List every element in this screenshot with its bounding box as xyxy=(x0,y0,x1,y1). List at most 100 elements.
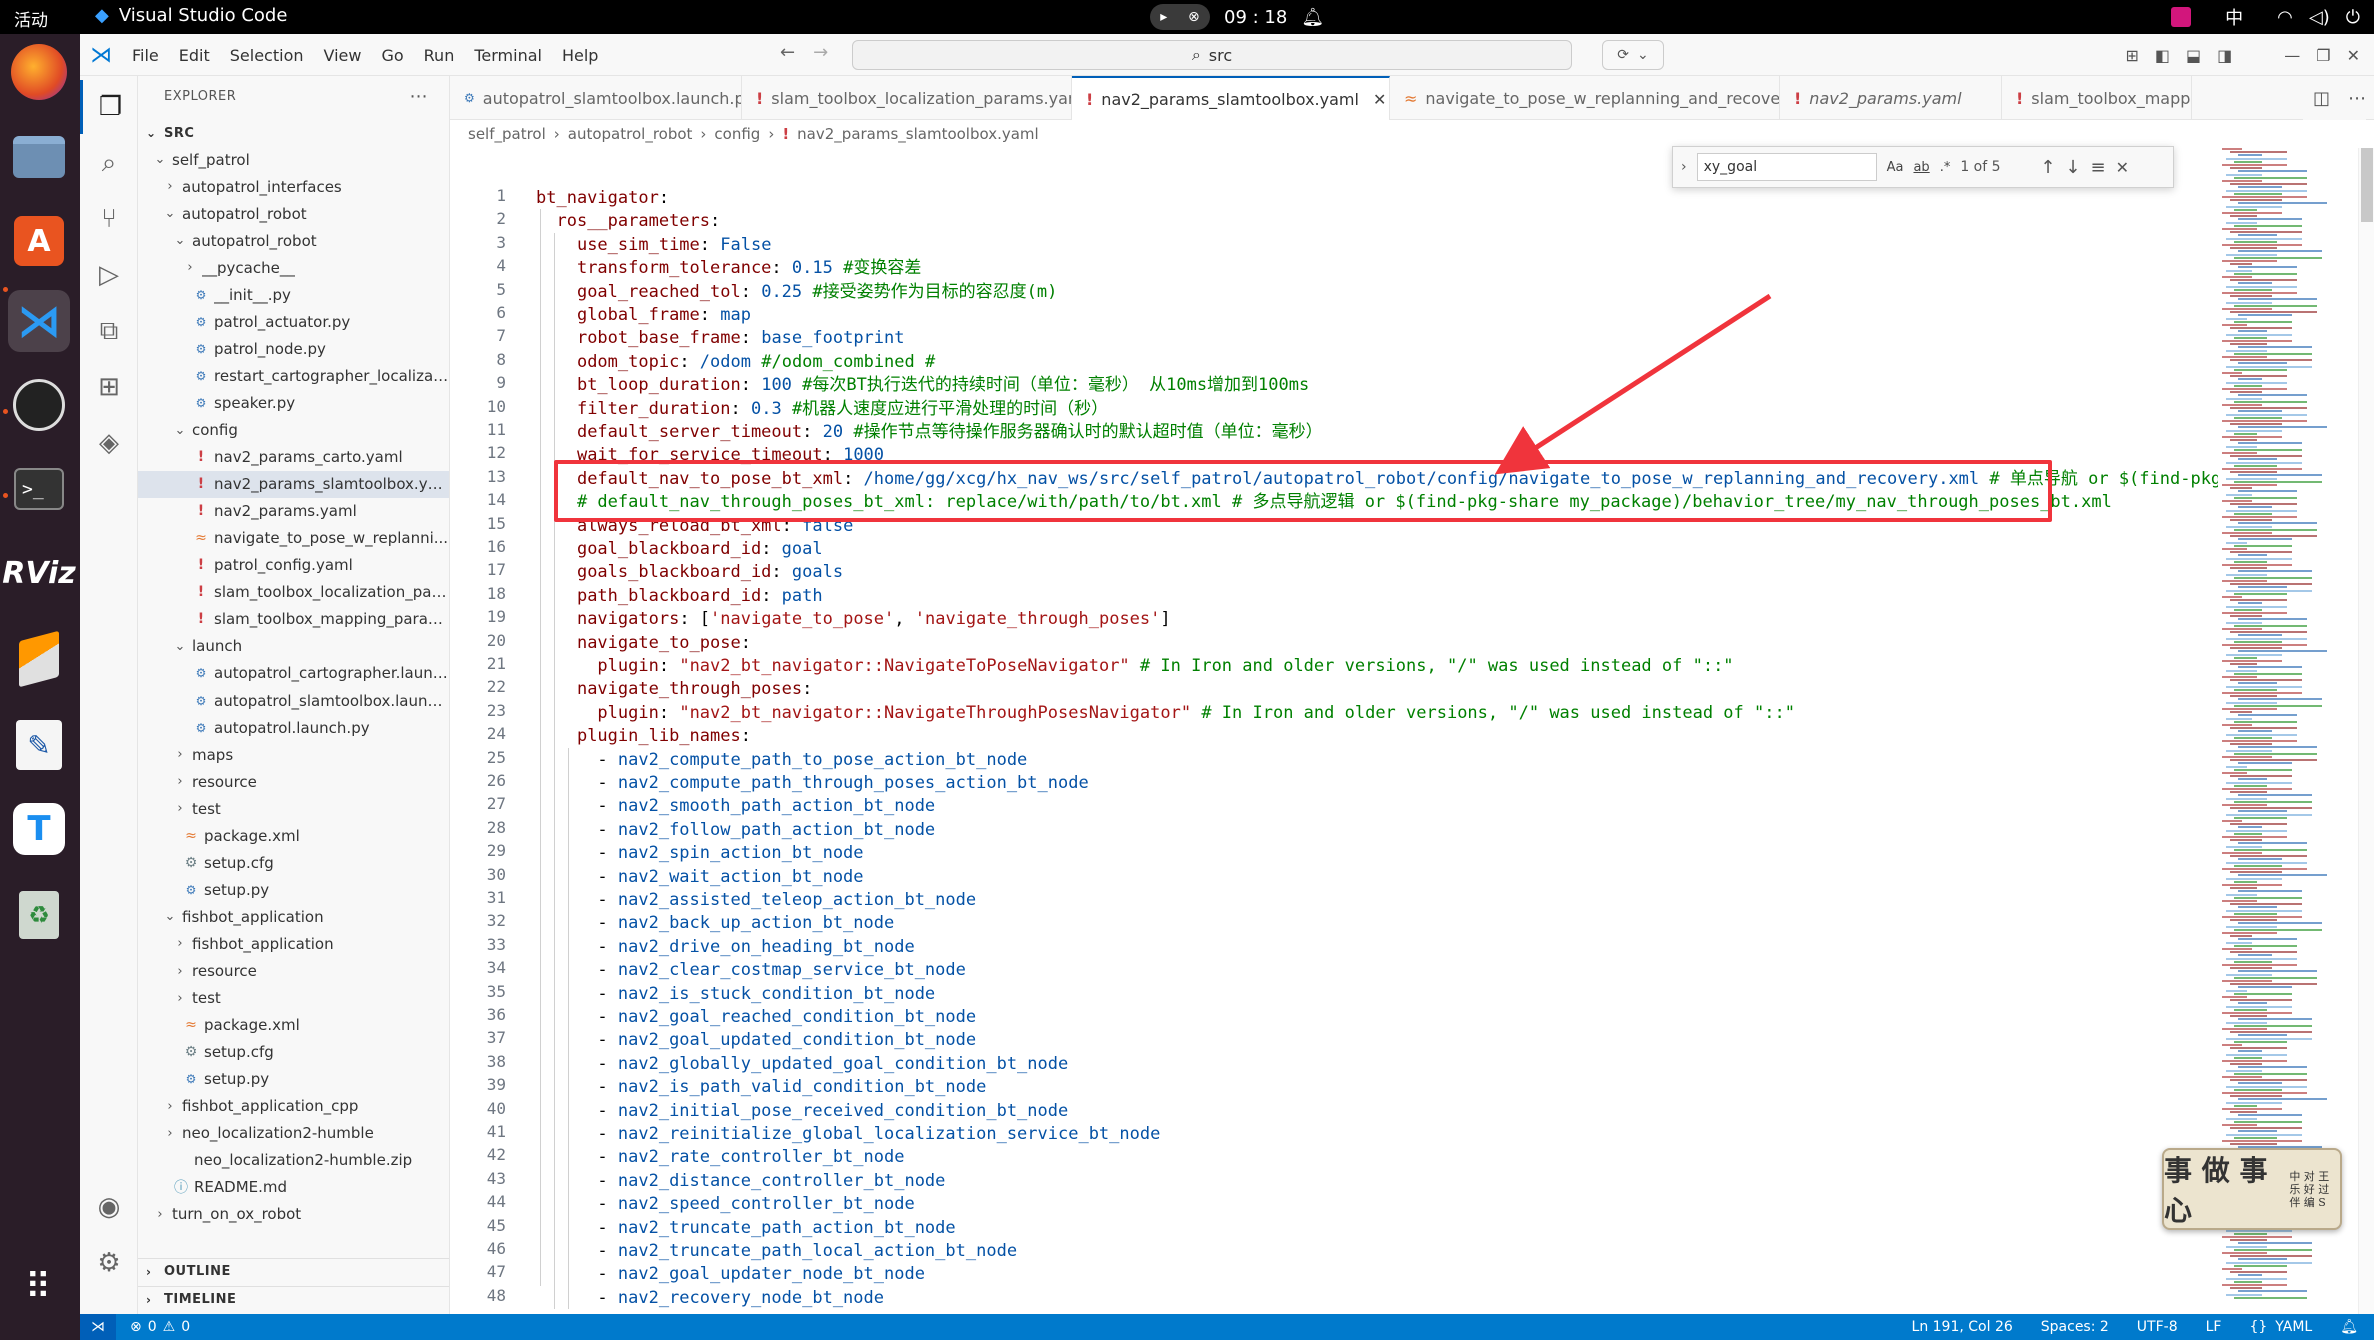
tree-item[interactable]: ⚙ autopatrol.launch.py xyxy=(138,714,449,741)
code-line[interactable]: - nav2_goal_updater_node_bt_node xyxy=(536,1262,925,1286)
next-match-icon[interactable]: ↓ xyxy=(2065,157,2080,178)
input-method-label[interactable]: 中 xyxy=(2225,4,2243,30)
tree-item[interactable]: ! nav2_params_slamtoolbox.yaml xyxy=(138,470,449,498)
menu-help[interactable]: Help xyxy=(562,46,598,65)
tree-item[interactable]: ⌄ autopatrol_robot xyxy=(138,227,449,254)
code-line[interactable]: bt_loop_duration: 100 #每次BT执行迭代的持续时间（单位：… xyxy=(536,373,1309,397)
timeline-section[interactable]: › TIMELINE xyxy=(138,1286,449,1312)
use-regex-toggle[interactable]: .* xyxy=(1940,160,1951,175)
toggle-replace-chevron-icon[interactable]: › xyxy=(1681,159,1687,175)
code-line[interactable]: - nav2_truncate_path_action_bt_node xyxy=(536,1216,955,1240)
tree-item[interactable]: › maps xyxy=(138,741,449,768)
more-actions-icon[interactable]: ⋯ xyxy=(410,86,429,107)
tree-item[interactable]: ⚙ patrol_node.py xyxy=(138,335,449,362)
tree-item[interactable]: ⚙ __init__.py xyxy=(138,281,449,308)
screen-record-indicator[interactable]: ▸ ⊗ xyxy=(1150,4,1210,30)
breadcrumb-item[interactable]: self_patrol xyxy=(468,125,546,143)
editor-tab[interactable]: ! nav2_params.yaml xyxy=(1780,76,2002,120)
minimap[interactable] xyxy=(2218,148,2358,1314)
code-editor[interactable]: 1 2 3 4 5 6 7 8 9 10 11 12 13 14 15 16 17 18 19 20 21 22 23 24 2… xyxy=(450,148,2218,1314)
menu-go[interactable]: Go xyxy=(381,46,403,65)
find-input[interactable] xyxy=(1696,153,1877,181)
code-line[interactable]: - nav2_truncate_path_local_action_bt_nod… xyxy=(536,1239,1017,1263)
code-line[interactable]: - nav2_assisted_teleop_action_bt_node xyxy=(536,888,976,912)
indentation[interactable]: Spaces: 2 xyxy=(2041,1319,2109,1335)
system-tray[interactable]: 中 ◠ ◁) ⏻ xyxy=(2171,0,2360,34)
tree-item[interactable]: › resource xyxy=(138,958,449,985)
editor-tab[interactable]: ! nav2_params_slamtoolbox.yaml ✕ xyxy=(1072,76,1390,121)
terminal-icon[interactable]: >_ xyxy=(8,458,70,520)
end-of-line[interactable]: LF xyxy=(2206,1319,2222,1335)
code-line[interactable]: navigate_through_poses: xyxy=(536,677,812,701)
tree-item[interactable]: ⚙ setup.py xyxy=(138,1066,449,1093)
menu-terminal[interactable]: Terminal xyxy=(474,46,542,65)
tree-item[interactable]: › test xyxy=(138,985,449,1012)
code-line[interactable]: - nav2_wait_action_bt_node xyxy=(536,865,863,889)
editor-tab[interactable]: ≈ navigate_to_pose_w_replanning_and_recov… xyxy=(1390,76,1780,120)
editor-tab[interactable]: ! slam_toolbox_mapp xyxy=(2002,76,2192,120)
code-line[interactable]: - nav2_initial_pose_received_condition_b… xyxy=(536,1099,1068,1123)
code-line[interactable]: goal_reached_tol: 0.25 #接受姿势作为目标的容忍度(m) xyxy=(536,280,1057,304)
code-line[interactable]: - nav2_drive_on_heading_bt_node xyxy=(536,935,914,959)
code-line[interactable]: - nav2_smooth_path_action_bt_node xyxy=(536,794,935,818)
trash-icon[interactable]: ♻ xyxy=(8,884,70,946)
code-line[interactable]: filter_duration: 0.3 #机器人速度应进行平滑处理的时间（秒） xyxy=(536,397,1108,421)
menu-file[interactable]: File xyxy=(132,46,159,65)
search-view-icon[interactable]: ⌕ xyxy=(80,136,138,190)
menu-selection[interactable]: Selection xyxy=(230,46,304,65)
code-line[interactable]: - nav2_rate_controller_bt_node xyxy=(536,1145,904,1169)
tree-item[interactable]: ⚙ autopatrol_cartographer.launc... xyxy=(138,660,449,687)
problems-indicator[interactable]: ⊗ 0 ⚠ 0 xyxy=(130,1319,190,1335)
code-line[interactable]: - nav2_compute_path_to_pose_action_bt_no… xyxy=(536,748,1027,772)
outline-section[interactable]: › OUTLINE xyxy=(138,1258,449,1284)
code-line[interactable]: - nav2_goal_updated_condition_bt_node xyxy=(536,1028,976,1052)
code-line[interactable]: ros__parameters: xyxy=(536,209,720,233)
tree-item[interactable]: › resource xyxy=(138,768,449,795)
tree-item[interactable]: ⚙ speaker.py xyxy=(138,389,449,416)
code-line[interactable]: - nav2_follow_path_action_bt_node xyxy=(536,818,935,842)
tree-item[interactable]: ≈ navigate_to_pose_w_replanni... xyxy=(138,525,449,552)
breadcrumb-item[interactable]: autopatrol_robot xyxy=(568,125,693,143)
tree-item[interactable]: ! slam_toolbox_localization_par... xyxy=(138,579,449,606)
code-line[interactable]: default_server_timeout: 20 #操作节点等待操作服务器确… xyxy=(536,420,1323,444)
tree-item[interactable]: › autopatrol_interfaces xyxy=(138,173,449,200)
tree-item[interactable]: ⌄ launch xyxy=(138,633,449,660)
app-menu[interactable]: ◆ Visual Studio Code xyxy=(95,5,287,26)
menu-run[interactable]: Run xyxy=(424,46,455,65)
vertical-scrollbar[interactable] xyxy=(2358,148,2374,1314)
firefox-icon[interactable] xyxy=(11,44,67,100)
tree-item[interactable]: ⚙ setup.cfg xyxy=(138,849,449,876)
close-window-icon[interactable]: ✕ xyxy=(2347,46,2360,65)
tree-item[interactable]: ⚙ autopatrol_slamtoolbox.launc... xyxy=(138,687,449,714)
activities-button[interactable]: 活动 xyxy=(14,6,48,31)
tree-item[interactable]: › neo_localization2-humble xyxy=(138,1120,449,1147)
code-line[interactable]: wait_for_service_timeout: 1000 xyxy=(536,443,884,467)
sublime-text-icon[interactable] xyxy=(8,628,70,690)
code-line[interactable]: navigators: ['navigate_to_pose', 'naviga… xyxy=(536,607,1171,631)
code-line[interactable]: global_frame: map xyxy=(536,303,751,327)
forward-arrow-icon[interactable]: → xyxy=(813,42,828,63)
tree-item[interactable]: ! nav2_params.yaml xyxy=(138,498,449,525)
code-line[interactable]: robot_base_frame: base_footprint xyxy=(536,326,905,350)
text-editor-icon[interactable]: ✎ xyxy=(8,714,70,776)
explorer-icon[interactable]: ❐ xyxy=(80,80,138,134)
clock-area[interactable]: ▸ ⊗ 09 : 18 🔔︎ xyxy=(1150,0,1324,34)
extensions-icon[interactable]: ⊞ xyxy=(80,360,138,414)
code-line[interactable]: path_blackboard_id: path xyxy=(536,584,823,608)
tree-item[interactable]: ⌄ self_patrol xyxy=(138,146,449,173)
code-line[interactable]: plugin: "nav2_bt_navigator::NavigateToPo… xyxy=(536,654,1733,678)
tree-item[interactable]: › turn_on_ox_robot xyxy=(138,1201,449,1228)
remote-indicator-icon[interactable]: ⋊ xyxy=(80,1314,116,1340)
code-line[interactable]: # default_nav_through_poses_bt_xml: repl… xyxy=(536,490,2112,514)
python-icon[interactable]: ◈ xyxy=(80,416,138,470)
close-tab-icon[interactable]: ✕ xyxy=(1373,90,1386,109)
tree-item[interactable]: ⌄ autopatrol_robot xyxy=(138,200,449,227)
code-line[interactable]: - nav2_speed_controller_bt_node xyxy=(536,1192,914,1216)
code-line[interactable]: use_sim_time: False xyxy=(536,233,772,257)
tree-item[interactable]: › test xyxy=(138,795,449,822)
code-line[interactable]: - nav2_spin_action_bt_node xyxy=(536,841,863,865)
editor-tab[interactable]: ! slam_toolbox_localization_params.yaml xyxy=(742,76,1072,120)
tree-item[interactable]: ⚙ restart_cartographer_localizati... xyxy=(138,362,449,389)
tree-item[interactable]: ! nav2_params_carto.yaml xyxy=(138,444,449,471)
code-line[interactable]: goal_blackboard_id: goal xyxy=(536,537,823,561)
